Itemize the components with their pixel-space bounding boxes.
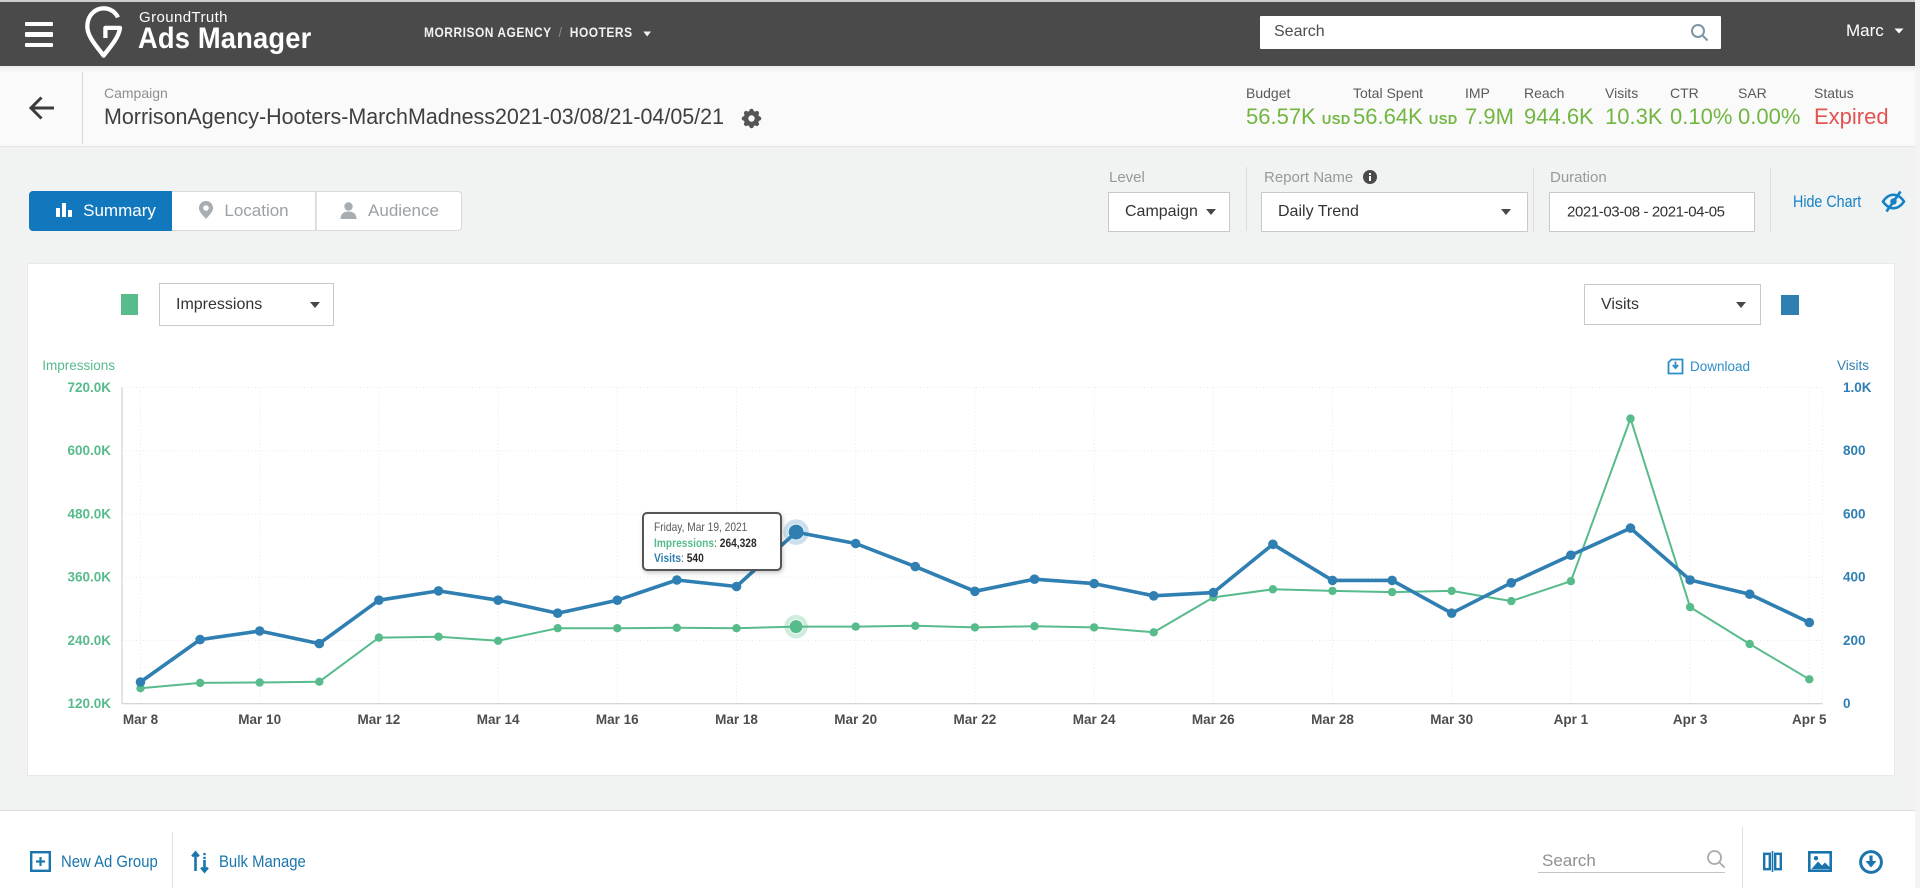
svg-text:Visits: Visits (1837, 358, 1869, 373)
svg-text:240.0K: 240.0K (67, 633, 111, 648)
svg-text:360.0K: 360.0K (67, 570, 111, 585)
svg-text:720.0K: 720.0K (67, 380, 111, 395)
svg-text:200: 200 (1843, 633, 1866, 648)
svg-text:Apr 3: Apr 3 (1673, 712, 1708, 727)
svg-text:Mar 24: Mar 24 (1073, 712, 1116, 727)
svg-text:Mar 12: Mar 12 (358, 712, 401, 727)
svg-text:Apr 1: Apr 1 (1554, 712, 1589, 727)
svg-text:Mar 30: Mar 30 (1430, 712, 1473, 727)
svg-text:Mar 22: Mar 22 (954, 712, 997, 727)
svg-text:600.0K: 600.0K (67, 443, 111, 458)
svg-text:120.0K: 120.0K (67, 696, 111, 711)
svg-text:1.0K: 1.0K (1843, 380, 1872, 395)
svg-text:Mar 16: Mar 16 (596, 712, 639, 727)
svg-text:Mar 10: Mar 10 (238, 712, 281, 727)
svg-text:Mar 20: Mar 20 (834, 712, 877, 727)
svg-text:400: 400 (1843, 570, 1866, 585)
svg-text:Apr 5: Apr 5 (1792, 712, 1827, 727)
svg-text:Mar 18: Mar 18 (715, 712, 758, 727)
svg-text:Mar 14: Mar 14 (477, 712, 520, 727)
svg-text:0: 0 (1843, 696, 1851, 711)
svg-text:Mar 8: Mar 8 (123, 712, 159, 727)
svg-text:Mar 26: Mar 26 (1192, 712, 1235, 727)
svg-text:800: 800 (1843, 443, 1866, 458)
svg-text:Impressions: Impressions (42, 358, 115, 373)
svg-text:Mar 28: Mar 28 (1311, 712, 1354, 727)
svg-text:480.0K: 480.0K (67, 506, 111, 521)
svg-text:600: 600 (1843, 506, 1866, 521)
